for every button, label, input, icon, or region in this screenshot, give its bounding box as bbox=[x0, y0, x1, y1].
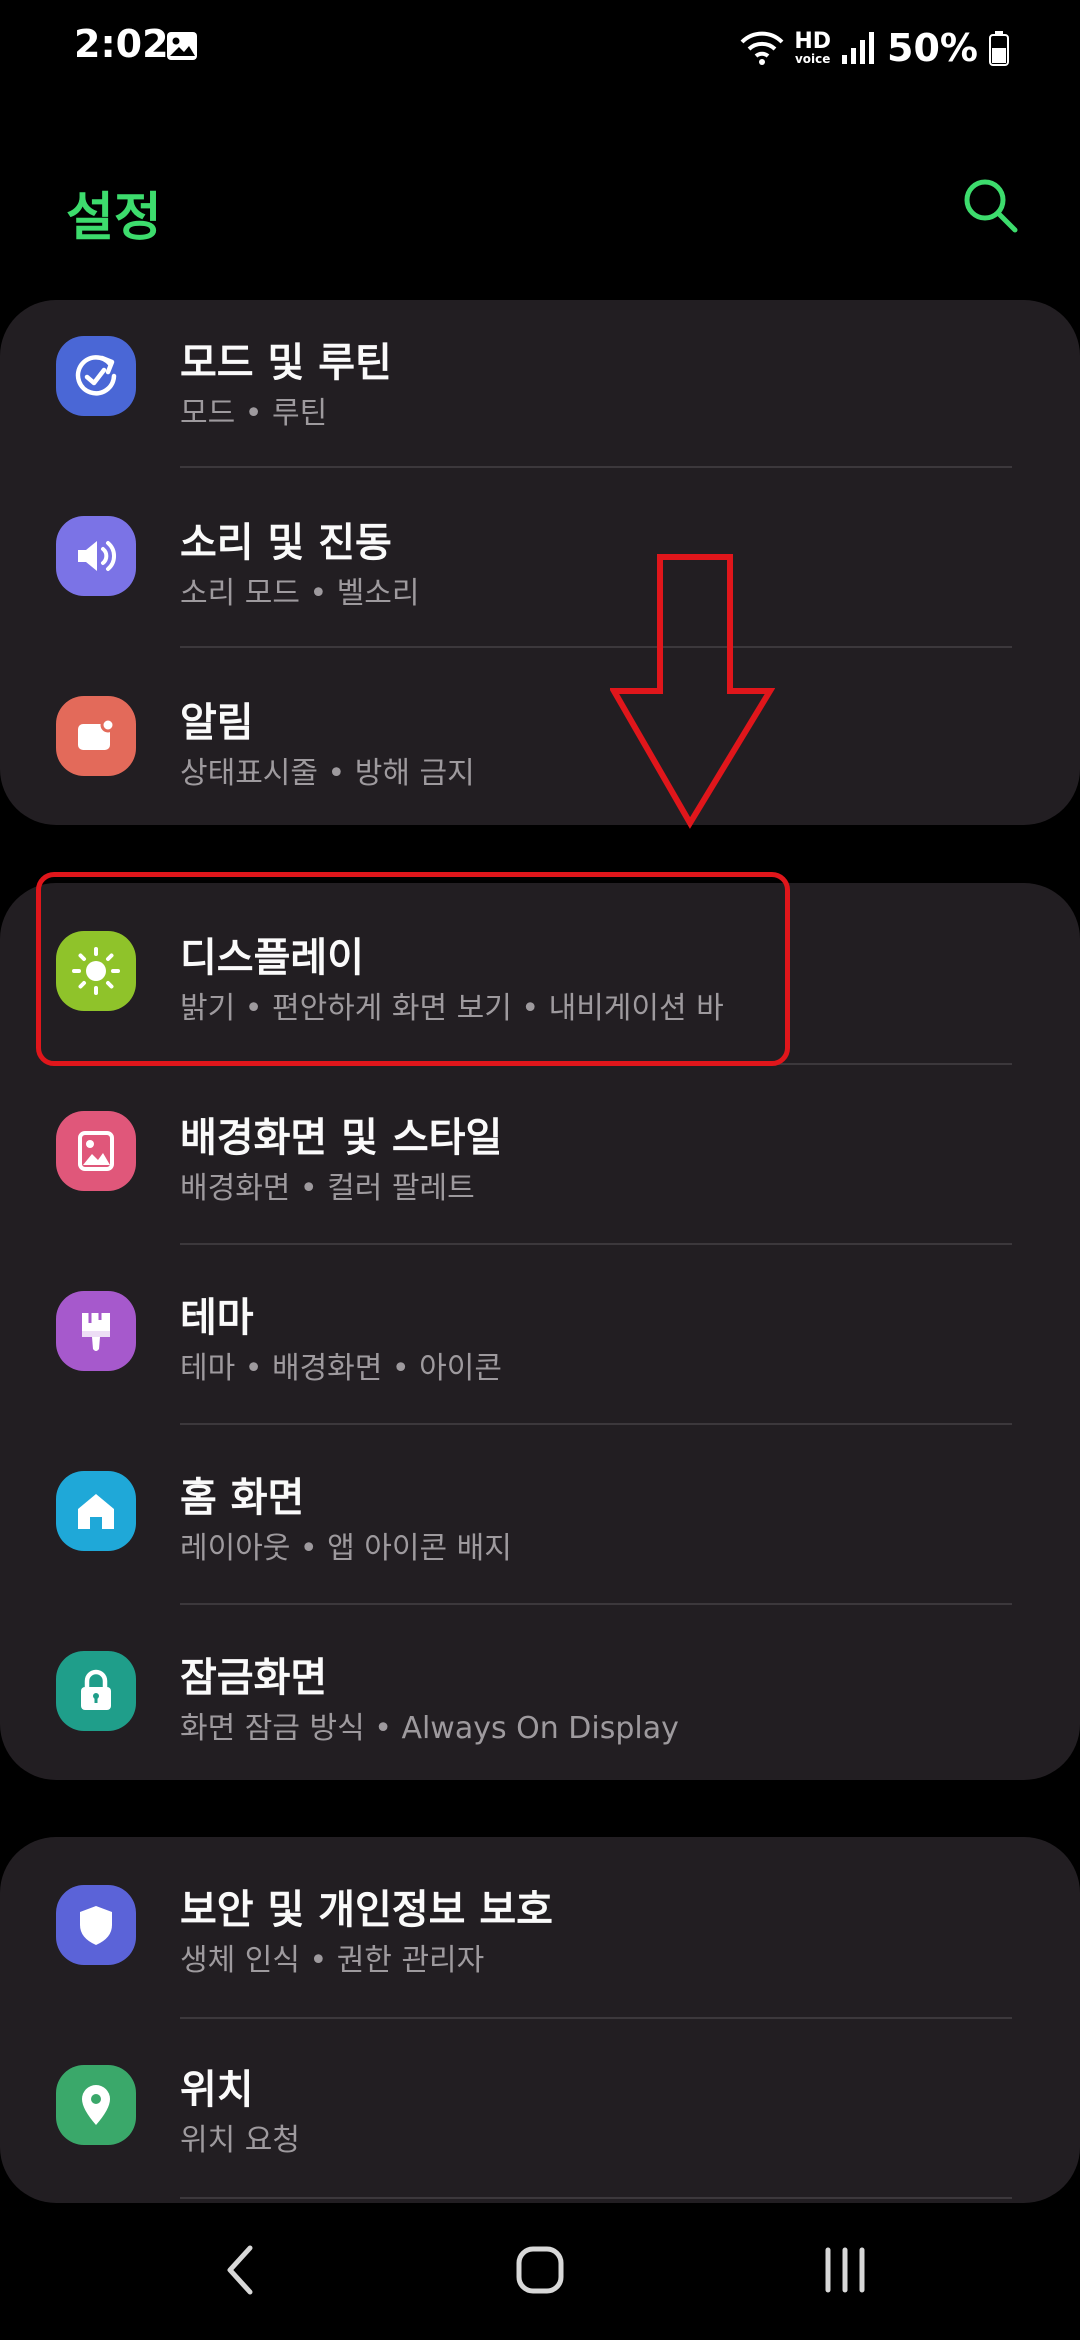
item-title: 모드 및 루틴 bbox=[180, 340, 392, 386]
divider bbox=[180, 646, 1012, 648]
wifi-icon bbox=[740, 31, 784, 65]
item-subtitle: 위치 요청 bbox=[180, 2123, 300, 2158]
settings-item-security-privacy[interactable]: 보안 및 개인정보 보호 생체 인식 • 권한 관리자 bbox=[0, 1837, 1080, 2017]
item-subtitle: 상태표시줄 • 방해 금지 bbox=[180, 756, 475, 791]
recents-button[interactable] bbox=[800, 2230, 890, 2310]
item-title: 소리 및 진동 bbox=[180, 520, 392, 566]
item-subtitle: 모드 • 루틴 bbox=[180, 396, 328, 431]
hd-label: HD bbox=[794, 29, 832, 54]
item-title: 잠금화면 bbox=[180, 1655, 328, 1701]
back-button[interactable] bbox=[195, 2230, 285, 2310]
settings-group-1: 모드 및 루틴 모드 • 루틴 소리 및 진동 소리 모드 • 벨소리 알림 상… bbox=[0, 300, 1080, 825]
recents-icon bbox=[825, 2247, 865, 2293]
settings-screen: 2:02 HD voice 50% 설정 모드 및 루틴 모드 • 루틴 소리 … bbox=[0, 0, 1080, 2340]
divider bbox=[180, 466, 1012, 468]
item-subtitle: 소리 모드 • 벨소리 bbox=[180, 576, 420, 611]
settings-item-location[interactable]: 위치 위치 요청 bbox=[0, 2017, 1080, 2197]
down-arrow-annotation-icon bbox=[610, 554, 775, 829]
search-icon[interactable] bbox=[960, 175, 1020, 235]
item-subtitle: 배경화면 • 컬러 팔레트 bbox=[180, 1171, 475, 1206]
settings-item-themes[interactable]: 테마 테마 • 배경화면 • 아이콘 bbox=[0, 1243, 1080, 1423]
gallery-notification-icon bbox=[167, 32, 197, 60]
item-subtitle: 화면 잠금 방식 • Always On Display bbox=[180, 1711, 679, 1746]
notification-icon bbox=[56, 696, 136, 776]
modes-routines-icon bbox=[56, 336, 136, 416]
item-title: 알림 bbox=[180, 700, 254, 746]
navigation-bar bbox=[0, 2200, 1080, 2340]
home-button-icon bbox=[516, 2246, 564, 2294]
settings-item-lock-screen[interactable]: 잠금화면 화면 잠금 방식 • Always On Display bbox=[0, 1603, 1080, 1780]
highlight-box bbox=[36, 872, 790, 1066]
battery-icon bbox=[989, 31, 1009, 66]
item-subtitle: 레이아웃 • 앱 아이콘 배지 bbox=[180, 1531, 512, 1566]
status-bar: 2:02 HD voice 50% bbox=[0, 0, 1080, 96]
paintbrush-icon bbox=[56, 1291, 136, 1371]
location-pin-icon bbox=[56, 2065, 136, 2145]
status-indicators: HD voice 50% bbox=[740, 20, 1010, 76]
item-title: 홈 화면 bbox=[180, 1475, 305, 1521]
item-title: 배경화면 및 스타일 bbox=[180, 1115, 503, 1161]
item-title: 테마 bbox=[180, 1295, 254, 1341]
item-title: 보안 및 개인정보 보호 bbox=[180, 1887, 553, 1933]
settings-item-wallpaper-style[interactable]: 배경화면 및 스타일 배경화면 • 컬러 팔레트 bbox=[0, 1063, 1080, 1243]
divider bbox=[180, 2197, 1012, 2199]
voice-label: voice bbox=[794, 52, 831, 66]
back-icon bbox=[227, 2245, 253, 2295]
shield-icon bbox=[56, 1885, 136, 1965]
wallpaper-icon bbox=[56, 1111, 136, 1191]
settings-item-notifications[interactable]: 알림 상태표시줄 • 방해 금지 bbox=[0, 660, 1080, 825]
settings-item-sound-vibration[interactable]: 소리 및 진동 소리 모드 • 벨소리 bbox=[0, 480, 1080, 660]
settings-group-3: 보안 및 개인정보 보호 생체 인식 • 권한 관리자 위치 위치 요청 bbox=[0, 1837, 1080, 2203]
signal-icon bbox=[842, 32, 875, 64]
battery-percent: 50% bbox=[887, 26, 978, 70]
hd-voice-indicator: HD voice bbox=[794, 29, 832, 66]
item-subtitle: 테마 • 배경화면 • 아이콘 bbox=[180, 1351, 502, 1386]
item-subtitle: 생체 인식 • 권한 관리자 bbox=[180, 1943, 485, 1978]
settings-item-home-screen[interactable]: 홈 화면 레이아웃 • 앱 아이콘 배지 bbox=[0, 1423, 1080, 1603]
item-title: 위치 bbox=[180, 2067, 254, 2113]
lock-icon bbox=[56, 1651, 136, 1731]
page-title: 설정 bbox=[66, 188, 162, 248]
status-time: 2:02 bbox=[74, 22, 169, 66]
home-icon bbox=[56, 1471, 136, 1551]
speaker-icon bbox=[56, 516, 136, 596]
settings-item-modes-routines[interactable]: 모드 및 루틴 모드 • 루틴 bbox=[0, 300, 1080, 480]
home-button[interactable] bbox=[495, 2230, 585, 2310]
